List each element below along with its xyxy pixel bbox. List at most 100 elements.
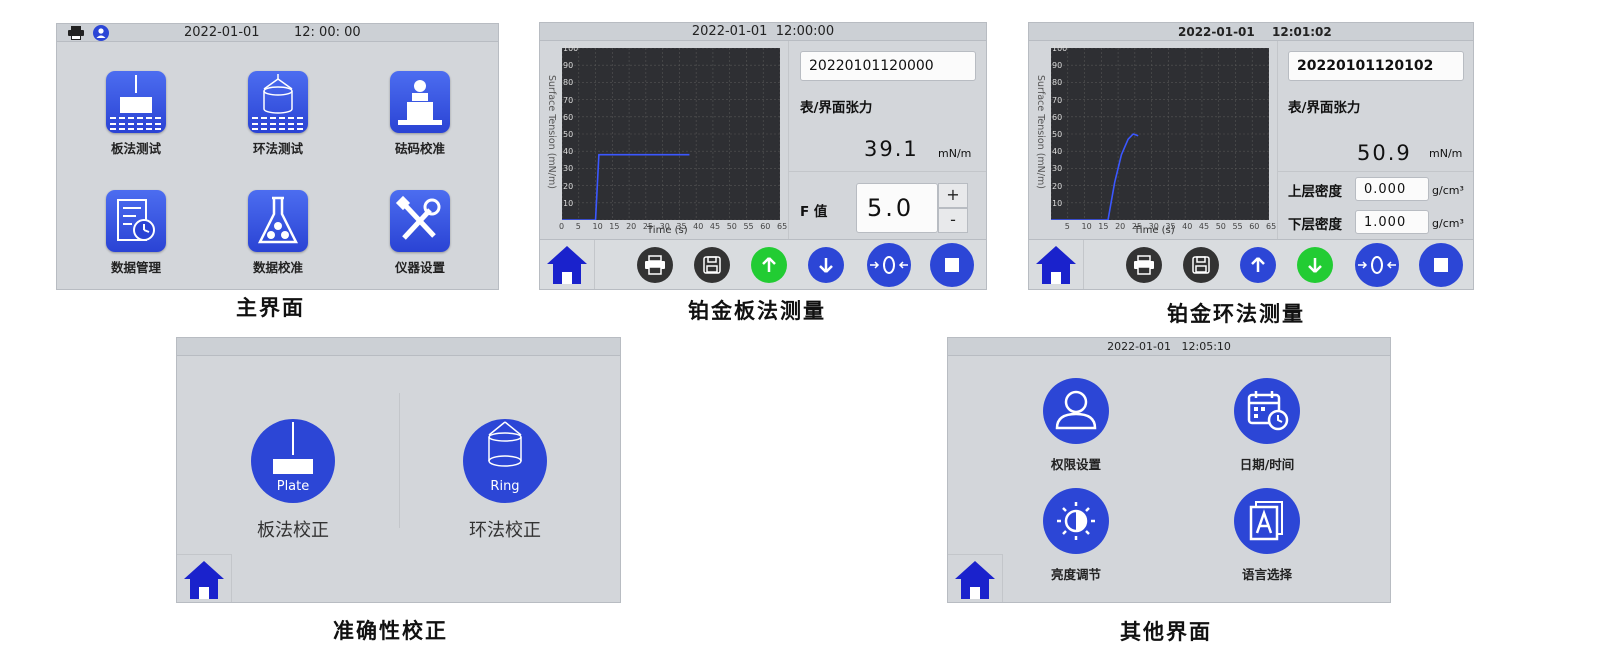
ring-measure-label: 表/界面张力	[1288, 100, 1361, 116]
main-date: 2022-01-01	[184, 25, 260, 40]
permission-settings-label: 权限设置	[1050, 457, 1101, 472]
tools-icon	[395, 195, 441, 240]
plate-zero-button[interactable]	[867, 243, 911, 287]
y-tick-label: 40	[1052, 147, 1063, 157]
y-tick-label: 60	[563, 112, 574, 122]
ring-toolbar	[1029, 239, 1473, 289]
x-tick-label: 35	[676, 222, 687, 231]
ring-test-icon	[252, 74, 304, 130]
arrow-down-icon	[819, 258, 833, 273]
minus-label: -	[950, 210, 956, 229]
plate-down-button[interactable]	[808, 247, 844, 283]
lower-density-value: 1.000	[1364, 214, 1407, 230]
main-screen-caption: 主界面	[236, 295, 305, 320]
data-management-label: 数据管理	[110, 260, 161, 275]
date-time-button[interactable]	[1234, 378, 1300, 444]
plate-up-button[interactable]	[751, 247, 787, 283]
user-icon	[1055, 390, 1097, 430]
main-screen-panel: 2022-01-01 12: 00: 00 板法测试 环法测试 砝码校准 数据管…	[56, 23, 499, 290]
plate-datetime: 2022-01-01 12:00:00	[691, 24, 835, 39]
brightness-button[interactable]	[1043, 488, 1109, 554]
other-status-bar: 2022-01-01 12:05:10	[948, 338, 1390, 356]
plate-home-button[interactable]	[540, 240, 595, 289]
plate-chart-area	[561, 47, 781, 221]
date-time-label: 日期/时间	[1239, 457, 1295, 472]
ring-chart	[1050, 47, 1270, 221]
other-screen-caption: 其他界面	[1120, 619, 1212, 644]
y-tick-label: 100	[1052, 44, 1068, 53]
permission-settings-button[interactable]	[1043, 378, 1109, 444]
brightness-icon	[1057, 502, 1095, 540]
ring-status-bar: 2022-01-01 12:01:02	[1029, 23, 1473, 41]
user-icon[interactable]	[93, 25, 109, 45]
other-home-button[interactable]	[948, 554, 1003, 602]
ring-up-button[interactable]	[1240, 247, 1276, 283]
x-tick-label: 25	[1131, 222, 1143, 231]
weight-calibration-label: 砝码校准	[394, 141, 445, 156]
x-tick-label: 5	[575, 222, 581, 231]
stop-icon	[945, 258, 959, 272]
plate-calibration-button[interactable]: Plate	[251, 419, 335, 503]
x-tick-label: 15	[1098, 222, 1109, 231]
ring-separator-h	[1278, 171, 1473, 172]
arrow-down-icon	[1308, 258, 1322, 273]
ring-save-button[interactable]	[1183, 247, 1219, 283]
plate-screen-panel: 2022-01-01 12:00:00 Surface Tension (mN/…	[539, 22, 987, 290]
ring-down-button[interactable]	[1297, 247, 1333, 283]
plate-f-value-field[interactable]: 5.0	[856, 183, 938, 233]
lower-density-unit: g/cm³	[1432, 217, 1464, 230]
data-calibration-tile[interactable]	[248, 190, 308, 252]
weight-calibration-tile[interactable]	[390, 71, 450, 133]
y-tick-label: 90	[563, 61, 574, 71]
x-tick-label: 55	[743, 222, 754, 231]
plate-screen-caption: 铂金板法测量	[688, 298, 826, 323]
x-tick-label: 60	[1249, 222, 1260, 231]
plate-separator-v	[788, 41, 789, 241]
calibration-status-bar	[177, 338, 620, 356]
x-tick-label: 45	[709, 222, 721, 231]
y-tick-label: 30	[563, 164, 574, 174]
printer-icon	[645, 255, 665, 275]
plate-record-id-field[interactable]: 20220101120000	[800, 51, 976, 81]
ring-screen-caption: 铂金环法测量	[1167, 301, 1305, 326]
plate-f-minus-button[interactable]: -	[938, 208, 968, 233]
ring-time: 12:01:02	[1272, 25, 1332, 39]
lower-density-field[interactable]: 1.000	[1355, 210, 1429, 234]
plus-label: +	[946, 185, 960, 204]
instrument-settings-tile[interactable]	[390, 190, 450, 252]
x-tick-label: 50	[1215, 222, 1226, 231]
language-button[interactable]	[1234, 488, 1300, 554]
ring-record-id-field[interactable]: 20220101120102	[1288, 51, 1464, 81]
ring-print-button[interactable]	[1126, 247, 1162, 283]
ring-zero-button[interactable]	[1355, 243, 1399, 287]
plate-print-button[interactable]	[637, 247, 673, 283]
language-icon	[1249, 501, 1283, 541]
ring-badge: Ring	[490, 479, 520, 494]
data-management-tile[interactable]	[106, 190, 166, 252]
plate-stop-button[interactable]	[930, 243, 974, 287]
ring-chart-area	[1050, 47, 1270, 221]
x-tick-label: 40	[693, 222, 704, 231]
ring-test-tile[interactable]	[248, 71, 308, 133]
ring-value: 50.9	[1357, 141, 1412, 165]
y-tick-label: 100	[563, 44, 579, 53]
ring-test-label: 环法测试	[252, 141, 303, 156]
series-line	[1051, 133, 1139, 221]
plate-toolbar	[540, 239, 986, 289]
ring-calibration-button[interactable]: Ring	[463, 419, 547, 503]
plate-save-button[interactable]	[694, 247, 730, 283]
arrow-up-icon	[762, 257, 776, 272]
x-tick-label: 10	[592, 222, 603, 231]
upper-density-field[interactable]: 0.000	[1355, 177, 1429, 201]
y-tick-label: 50	[563, 130, 574, 139]
y-tick-label: 70	[563, 95, 574, 105]
calibration-home-button[interactable]	[177, 554, 232, 602]
upper-density-value: 0.000	[1364, 181, 1407, 197]
x-tick-label: 60	[760, 222, 771, 231]
printer-icon[interactable]	[67, 26, 85, 44]
plate-test-label: 板法测试	[110, 141, 161, 156]
ring-stop-button[interactable]	[1419, 243, 1463, 287]
plate-f-plus-button[interactable]: +	[938, 183, 968, 208]
plate-test-tile[interactable]	[106, 71, 166, 133]
ring-home-button[interactable]	[1029, 240, 1084, 289]
